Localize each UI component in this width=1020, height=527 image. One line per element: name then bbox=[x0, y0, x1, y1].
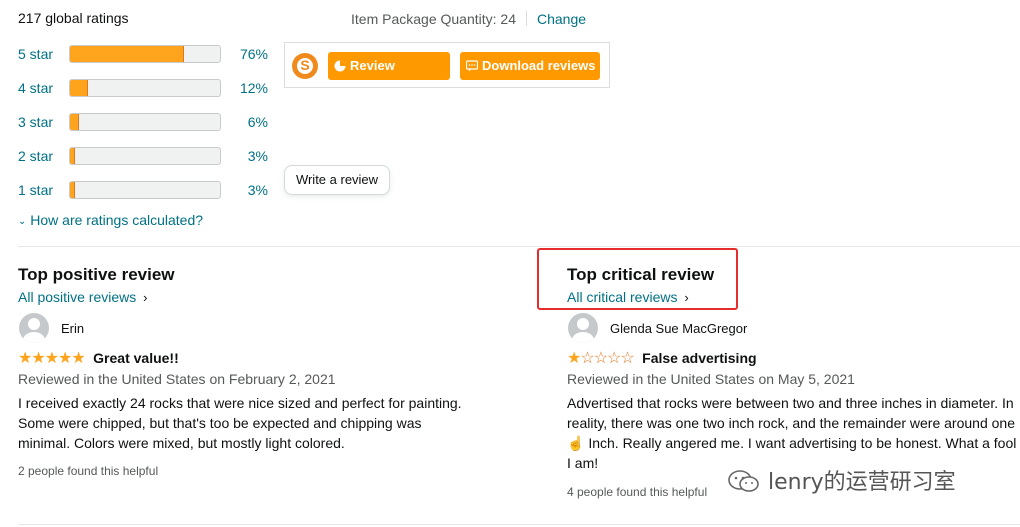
review-rating[interactable]: ★☆☆☆☆ False advertising bbox=[567, 348, 757, 368]
helpful-count: 4 people found this helpful bbox=[567, 485, 708, 499]
divider bbox=[18, 524, 1020, 525]
all-critical-reviews-label[interactable]: All critical reviews bbox=[567, 289, 677, 305]
rating-bar-fill bbox=[70, 148, 75, 164]
change-link[interactable]: Change bbox=[537, 11, 586, 27]
rating-row-percent[interactable]: 6% bbox=[228, 114, 268, 130]
global-ratings-count: 217 global ratings bbox=[18, 10, 129, 26]
rating-row-label[interactable]: 5 star bbox=[18, 46, 53, 62]
rating-bar[interactable] bbox=[69, 113, 221, 131]
sellersprite-logo-icon: S bbox=[292, 53, 318, 79]
rating-row-5-star[interactable]: 5 star 76% bbox=[18, 44, 278, 66]
package-quantity: Item Package Quantity: 24 Change bbox=[351, 11, 586, 27]
avatar[interactable] bbox=[19, 313, 49, 343]
rating-row-percent[interactable]: 76% bbox=[228, 46, 268, 62]
review-body: Advertised that rocks were between two a… bbox=[567, 395, 1017, 471]
rating-row-2-star[interactable]: 2 star 3% bbox=[18, 146, 278, 168]
rating-row-label[interactable]: 2 star bbox=[18, 148, 53, 164]
download-reviews-button[interactable]: Download reviews bbox=[460, 52, 600, 80]
review-analysis-label: Review Analysis bbox=[350, 58, 404, 101]
rating-bar[interactable] bbox=[69, 181, 221, 199]
chevron-right-icon: › bbox=[684, 290, 689, 305]
write-review-button[interactable]: Write a review bbox=[284, 165, 390, 195]
package-quantity-label: Item Package Quantity: 24 bbox=[351, 11, 516, 27]
review-meta: Reviewed in the United States on Februar… bbox=[18, 371, 336, 387]
pie-chart-icon bbox=[334, 60, 346, 72]
chevron-right-icon: › bbox=[143, 290, 148, 305]
download-reviews-label: Download reviews bbox=[482, 58, 596, 73]
review-rating[interactable]: ★★★★★ Great value!! bbox=[18, 348, 179, 368]
chevron-down-icon: ⌄ bbox=[18, 216, 27, 227]
watermark-text: lenry的运营研习室 bbox=[768, 470, 956, 495]
wechat-icon bbox=[728, 470, 759, 492]
rating-bar-fill bbox=[70, 46, 184, 62]
comment-icon bbox=[466, 60, 478, 72]
rating-row-3-star[interactable]: 3 star 6% bbox=[18, 112, 278, 134]
rating-bar-fill bbox=[70, 114, 79, 130]
review-meta: Reviewed in the United States on May 5, … bbox=[567, 371, 855, 387]
rating-row-percent[interactable]: 3% bbox=[228, 148, 268, 164]
rating-bar[interactable] bbox=[69, 147, 221, 165]
review-title[interactable]: Great value!! bbox=[93, 350, 179, 366]
avatar[interactable] bbox=[568, 313, 598, 343]
rating-row-percent[interactable]: 12% bbox=[228, 80, 268, 96]
rating-bar-fill bbox=[70, 80, 88, 96]
rating-row-4-star[interactable]: 4 star 12% bbox=[18, 78, 278, 100]
review-title[interactable]: False advertising bbox=[642, 350, 756, 366]
rating-row-percent[interactable]: 3% bbox=[228, 182, 268, 198]
helpful-count: 2 people found this helpful bbox=[18, 464, 159, 478]
divider bbox=[18, 246, 1020, 247]
review-tools-panel: S Review Analysis Download reviews bbox=[284, 42, 610, 101]
star-rating-icon: ★★★★★ bbox=[18, 350, 86, 367]
how-ratings-calculated-label[interactable]: How are ratings calculated? bbox=[30, 212, 203, 228]
rating-row-label[interactable]: 1 star bbox=[18, 182, 53, 198]
top-positive-review-heading: Top positive review bbox=[18, 265, 175, 284]
rating-bar[interactable] bbox=[69, 45, 221, 63]
reviewer-name[interactable]: Erin bbox=[61, 321, 84, 336]
top-critical-review-heading: Top critical review bbox=[567, 265, 715, 284]
reviewer-name[interactable]: Glenda Sue MacGregor bbox=[610, 321, 747, 336]
review-body: I received exactly 24 rocks that were ni… bbox=[18, 395, 462, 451]
star-rating-icon: ★☆☆☆☆ bbox=[567, 350, 635, 367]
review-analysis-button[interactable]: Review Analysis bbox=[328, 52, 450, 101]
rating-row-label[interactable]: 4 star bbox=[18, 80, 53, 96]
watermark: lenry的运营研习室 bbox=[726, 464, 956, 496]
rating-row-label[interactable]: 3 star bbox=[18, 114, 53, 130]
divider bbox=[525, 11, 527, 26]
rating-bar-fill bbox=[70, 182, 75, 198]
all-positive-reviews-label[interactable]: All positive reviews bbox=[18, 289, 136, 305]
how-ratings-calculated-link[interactable]: ⌄ How are ratings calculated? bbox=[18, 212, 203, 228]
rating-row-1-star[interactable]: 1 star 3% bbox=[18, 180, 278, 202]
rating-bar[interactable] bbox=[69, 79, 221, 97]
all-critical-reviews-link[interactable]: All critical reviews › bbox=[567, 289, 689, 305]
all-positive-reviews-link[interactable]: All positive reviews › bbox=[18, 289, 148, 305]
